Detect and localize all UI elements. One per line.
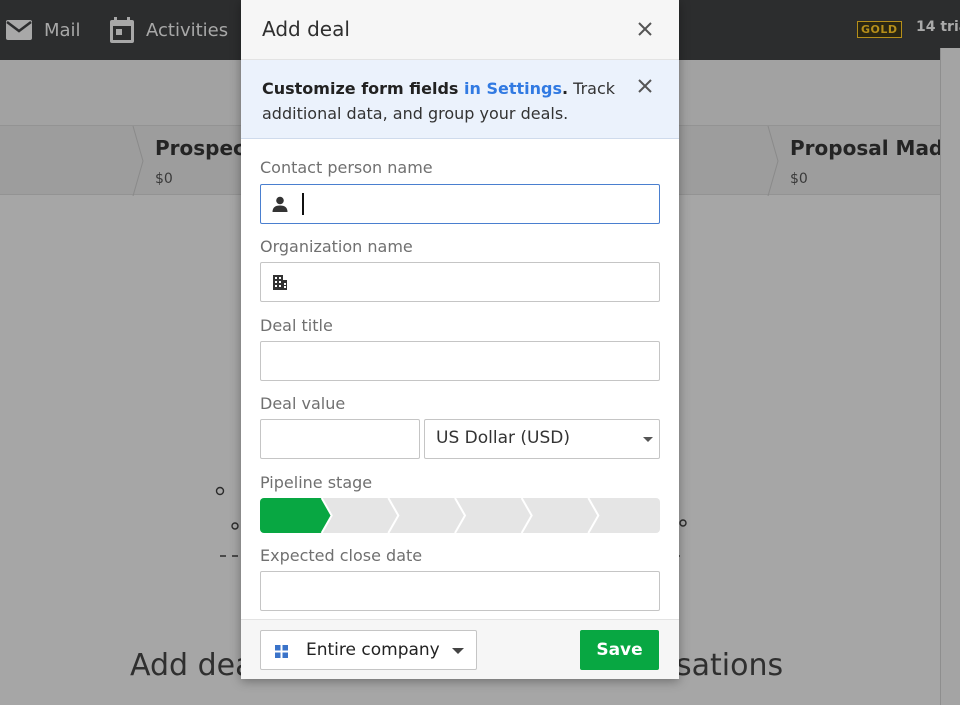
text-cursor [302,193,304,215]
plan-badge: GOLD [857,21,902,38]
stage-separator-icon [132,126,144,196]
nav-item-mail[interactable]: Mail [6,0,81,60]
pipeline-stage-segment[interactable] [454,498,532,533]
calendar-icon [110,17,134,43]
currency-select[interactable]: US Dollar (USD) [424,419,660,459]
close-icon [638,79,652,93]
person-icon [272,196,288,212]
pipeline-stage-segment[interactable] [587,498,660,533]
deal-value-row: US Dollar (USD) [260,419,660,459]
currency-value: US Dollar (USD) [436,428,570,448]
close-date-input[interactable] [260,571,660,611]
nav-label-mail: Mail [44,19,81,41]
side-panel-edge [940,48,960,705]
settings-link[interactable]: in Settings [464,79,562,98]
contact-person-label: Contact person name [260,158,433,177]
modal-footer: Entire company Save [241,619,679,679]
deal-value-label: Deal value [260,394,346,413]
pipeline-stage-segment[interactable] [320,498,399,533]
stage-name: Prospect [155,136,255,160]
empty-state-heading: Add dea sations [130,648,783,683]
deal-value-input[interactable] [260,419,420,459]
banner-strong-text: Customize form fields [262,79,465,98]
nav-label-activities: Activities [146,19,229,41]
pipeline-stage-segment[interactable] [260,498,332,533]
close-date-label: Expected close date [260,546,423,565]
visibility-label: Entire company [306,640,440,660]
pipeline-stage-segment[interactable] [387,498,465,533]
save-button[interactable]: Save [580,630,659,670]
pipeline-stage-label: Pipeline stage [260,473,373,492]
stage-separator-icon [767,126,779,196]
pipeline-stage-selector[interactable] [260,498,660,533]
pipeline-stage-segment[interactable] [520,498,599,533]
trial-status[interactable]: 14 trial [916,19,960,35]
pipeline-stages-graphic [260,498,660,533]
mail-icon [6,20,32,40]
empty-heading-end: sations [676,648,784,683]
add-deal-modal: Add deal Customize form fields in Settin… [241,0,679,679]
deal-title-label: Deal title [260,316,333,335]
stage-amount: $0 [155,171,173,187]
visibility-dropdown[interactable]: Entire company [260,630,477,670]
customize-fields-banner: Customize form fields in Settings. Track… [241,60,679,139]
stage-amount: $0 [790,171,808,187]
building-icon [273,275,287,290]
deal-title-input[interactable] [260,341,660,381]
dropdown-arrow-icon [643,437,653,442]
nav-item-activities[interactable]: Activities [110,0,228,60]
modal-title: Add deal [262,17,350,41]
chevron-down-icon [452,648,464,654]
dismiss-banner-button[interactable] [633,74,657,98]
grid-icon [275,645,288,658]
modal-header: Add deal [241,0,679,60]
contact-person-input[interactable] [260,184,660,224]
stage-name: Proposal Made [790,136,957,160]
add-deal-form: Contact person name Organization name De… [260,139,660,611]
organization-label: Organization name [260,237,413,256]
organization-input[interactable] [260,262,660,302]
close-modal-button[interactable] [633,17,657,41]
close-icon [638,22,652,36]
empty-heading-start: Add dea [130,648,254,683]
